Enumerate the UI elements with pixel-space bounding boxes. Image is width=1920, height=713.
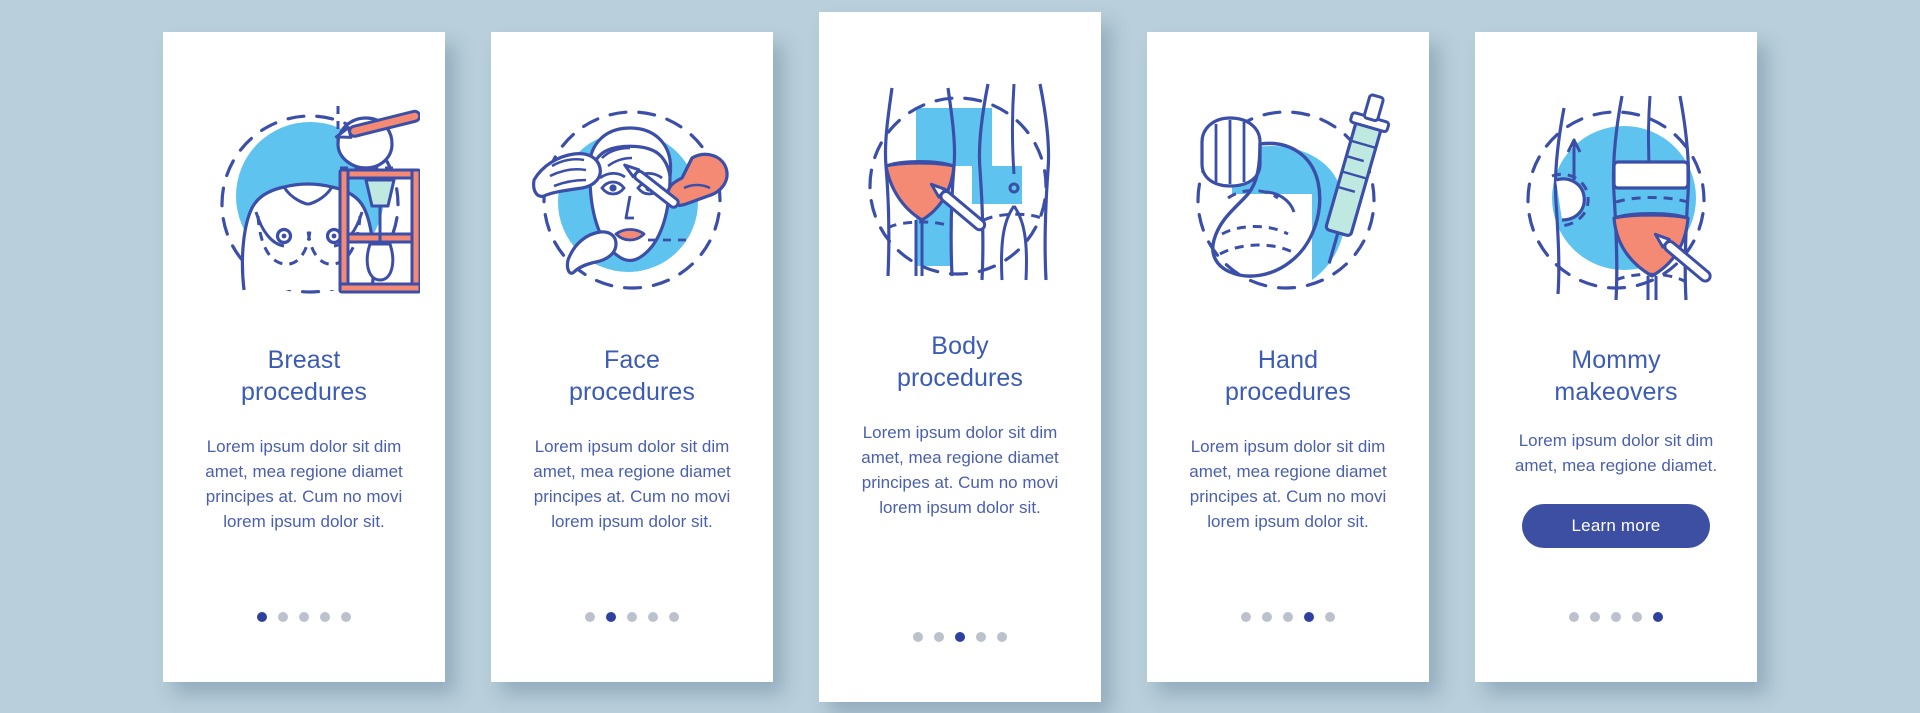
card-description: Lorem ipsum dolor sit dim amet, mea regi… bbox=[861, 422, 1059, 517]
onboarding-card-list: Breast procedures Lorem ipsum dolor sit di… bbox=[0, 0, 1920, 713]
card-title-line-1: Breast bbox=[267, 345, 341, 374]
pagination-dot-5-active[interactable] bbox=[1653, 611, 1663, 622]
card-title: Mommy makeovers bbox=[1496, 344, 1736, 408]
pagination-dot-4-active[interactable] bbox=[1304, 611, 1314, 622]
pagination-dot-2-active[interactable] bbox=[606, 611, 616, 622]
pagination-dot-3[interactable] bbox=[1283, 611, 1293, 622]
card-description: Lorem ipsum dolor sit dim amet, mea regi… bbox=[1189, 436, 1387, 531]
onboarding-card-mommy-makeovers[interactable]: Mommy makeovers Lorem ipsum dolor sit dim … bbox=[1475, 31, 1757, 682]
mommy-makeover-illustration bbox=[1500, 84, 1732, 316]
pagination-dot-2[interactable] bbox=[1590, 611, 1600, 622]
pagination-dot-3[interactable] bbox=[299, 611, 309, 622]
pagination-dots bbox=[819, 631, 1101, 642]
breast-procedure-illustration bbox=[188, 84, 420, 316]
pagination-dot-2[interactable] bbox=[278, 611, 288, 622]
card-title-line-2: procedures bbox=[568, 377, 696, 406]
card-title-line-1: Face bbox=[604, 345, 660, 374]
onboarding-card-face-procedures[interactable]: Face procedures Lorem ipsum dolor sit dim … bbox=[491, 31, 773, 682]
card-description: Lorem ipsum dolor sit dim amet, mea regi… bbox=[533, 436, 731, 531]
pagination-dot-5[interactable] bbox=[1325, 611, 1335, 622]
card-title-line-2: procedures bbox=[1224, 377, 1352, 406]
card-title: Body procedures bbox=[840, 330, 1080, 394]
card-title-line-1: Hand bbox=[1257, 345, 1319, 374]
card-title: Breast procedures bbox=[184, 344, 424, 408]
hand-procedure-illustration bbox=[1172, 84, 1404, 316]
face-procedure-illustration bbox=[516, 84, 748, 316]
pagination-dot-2[interactable] bbox=[1262, 611, 1272, 622]
pagination-dot-3[interactable] bbox=[1611, 611, 1621, 622]
pagination-dot-4[interactable] bbox=[1632, 611, 1642, 622]
pagination-dot-2[interactable] bbox=[934, 631, 944, 642]
pagination-dot-3-active[interactable] bbox=[955, 631, 965, 642]
pagination-dot-5[interactable] bbox=[341, 611, 351, 622]
card-title: Hand procedures bbox=[1168, 344, 1408, 408]
pagination-dot-1[interactable] bbox=[585, 611, 595, 622]
pagination-dot-4[interactable] bbox=[976, 631, 986, 642]
onboarding-screens-stage: Breast procedures Lorem ipsum dolor sit di… bbox=[0, 0, 1920, 713]
pagination-dots bbox=[1147, 611, 1429, 622]
card-description: Lorem ipsum dolor sit dim amet, mea regi… bbox=[1514, 430, 1718, 475]
learn-more-button[interactable]: Learn more bbox=[1522, 503, 1710, 548]
pagination-dot-4[interactable] bbox=[648, 611, 658, 622]
pagination-dot-4[interactable] bbox=[320, 611, 330, 622]
card-title-line-2: makeovers bbox=[1554, 377, 1678, 406]
card-title-line-2: procedures bbox=[240, 377, 368, 406]
pagination-dots bbox=[1475, 611, 1757, 622]
pagination-dot-3[interactable] bbox=[627, 611, 637, 622]
card-title-line-1: Mommy bbox=[1571, 345, 1661, 374]
body-procedure-illustration bbox=[844, 70, 1076, 302]
onboarding-card-hand-procedures[interactable]: Hand procedures Lorem ipsum dolor sit dim … bbox=[1147, 31, 1429, 682]
pagination-dot-1[interactable] bbox=[1241, 611, 1251, 622]
card-title-line-1: Body bbox=[931, 331, 989, 360]
pagination-dots bbox=[491, 611, 773, 622]
card-title-line-2: procedures bbox=[896, 363, 1024, 392]
pagination-dot-5[interactable] bbox=[669, 611, 679, 622]
card-description: Lorem ipsum dolor sit dim amet, mea regi… bbox=[205, 436, 403, 531]
onboarding-card-body-procedures[interactable]: Body procedures Lorem ipsum dolor sit dim … bbox=[819, 11, 1101, 702]
pagination-dot-1[interactable] bbox=[1569, 611, 1579, 622]
onboarding-card-breast-procedures[interactable]: Breast procedures Lorem ipsum dolor sit di… bbox=[163, 31, 445, 682]
pagination-dot-5[interactable] bbox=[997, 631, 1007, 642]
pagination-dots bbox=[163, 611, 445, 622]
pagination-dot-1[interactable] bbox=[913, 631, 923, 642]
pagination-dot-1-active[interactable] bbox=[257, 611, 267, 622]
card-title: Face procedures bbox=[512, 344, 752, 408]
